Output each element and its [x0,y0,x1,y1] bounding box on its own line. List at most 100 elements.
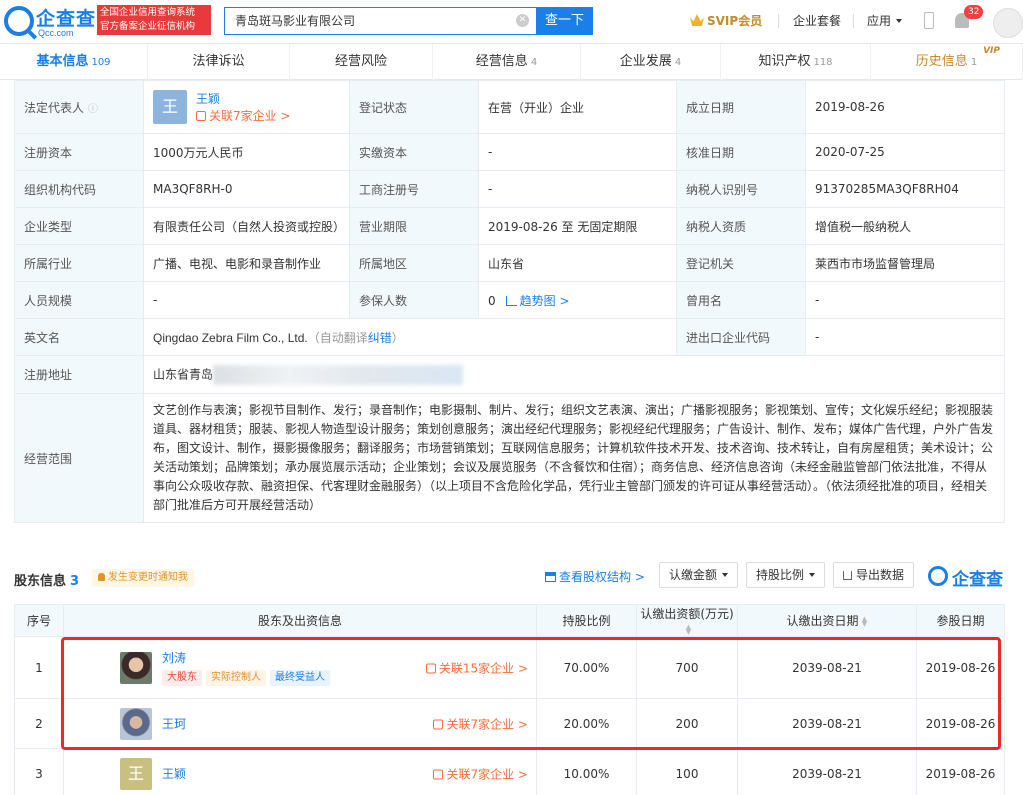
help-icon[interactable]: ⓘ [88,104,98,115]
user-avatar[interactable] [993,8,1023,38]
tab-business-risk[interactable]: 经营风险 [290,44,433,80]
tab-count: 1 [970,57,978,68]
tab-history[interactable]: 历史信息 1 VIP [871,44,1023,80]
address-label: 注册地址 [14,355,144,394]
tab-intellectual-property[interactable]: 知识产权 118 [721,44,871,80]
info-row: 法定代表人 ⓘ 王 王颖 关联7家企业 > 登记状态 在营（开业）企业 成立日期… [14,80,1005,134]
reg-capital-value: 1000万元人民币 [143,133,350,171]
tab-development[interactable]: 企业发展 4 [581,44,721,80]
address-cell: 山东省青岛 [143,355,1005,394]
row-index: 2 [14,698,64,749]
tag-actual-controller: 实际控制人 [206,670,266,686]
search-input[interactable]: 青岛斑马影业有限公司 [224,7,536,35]
tab-label: 基本信息 [36,54,89,69]
related-company-icon [425,663,436,673]
industry-value: 广播、电视、电影和录音制作业 [143,244,350,282]
info-row: 所属行业 广播、电视、电影和录音制作业 所属地区 山东省 登记机关 莱西市市场监… [14,244,1005,282]
shareholder-cell: 王 王颖 关联7家企业 > [63,748,537,795]
staff-size-value: - [143,281,350,319]
related-companies-link[interactable]: 关联7家企业 > [433,765,528,782]
tab-label: 知识产权 [758,54,811,69]
export-data-button[interactable]: 导出数据 [833,562,915,588]
amount-value: 100 [636,748,738,795]
tax-id-value: 91370285MA3QF8RH04 [805,170,1005,208]
notification-count-badge: 32 [964,5,984,19]
divider [778,14,779,28]
related-companies-link[interactable]: 关联7家企业 > [433,715,528,732]
brand-text: 企查查 [952,570,1003,590]
join-date-value: 2019-08-26 [916,748,1005,795]
taxpayer-qual-value: 增值税一般纳税人 [805,207,1005,245]
legal-rep-name-link[interactable]: 王颖 [196,90,291,107]
chevron-down-icon [809,573,816,577]
info-row: 英文名 Qingdao Zebra Film Co., Ltd.（自动翻译纠错）… [14,318,1005,356]
tab-legal-litigation[interactable]: 法律诉讼 [148,44,290,80]
org-code-label: 组织机构代码 [14,170,144,208]
logo-subtext: Qcc.com [38,28,74,38]
shareholders-title: 股东信息 3 [14,574,80,589]
auto-translate-note: （自动翻译 [307,330,368,345]
biz-term-label: 营业期限 [349,207,479,245]
shareholder-cell: 刘涛 大股东 实际控制人 最终受益人 关联15家企业 > [63,636,537,699]
enterprise-package-link[interactable]: 企业套餐 [793,12,841,29]
col-join-date: 参股日期 [916,604,1005,637]
staff-size-label: 人员规模 [14,281,144,319]
search-button[interactable]: 查一下 [536,7,593,35]
col-ratio: 持股比例 [536,604,637,637]
tab-business-info[interactable]: 经营信息 4 [433,44,581,80]
ratio-select[interactable]: 持股比例 [746,562,826,588]
approve-date-label: 核准日期 [676,133,806,171]
col-subscribe-date[interactable]: 认缴出资日期 ▲ ▼ [737,604,917,637]
tab-label: 法律诉讼 [192,54,245,69]
shareholder-avatar: 王 [120,757,152,790]
slogan-line-2: 官方备案企业征信机构 [100,21,196,32]
ratio-value: 20.00% [536,698,637,749]
trend-chart-link[interactable]: 趋势图 > [496,294,570,308]
svip-member-link[interactable]: SVIP会员 [690,12,762,29]
bell-icon [98,573,105,581]
legal-rep-cell: 王 王颖 关联7家企业 > [143,80,350,134]
shareholder-name-link[interactable]: 王珂 [162,715,186,732]
sort-icon: ▲ ▼ [685,622,692,636]
col-amount[interactable]: 认缴出资额(万元)▲ ▼ [636,604,738,637]
info-row: 组织机构代码 MA3QF8RH-0 工商注册号 - 纳税人识别号 9137028… [14,170,1005,208]
info-row: 人员规模 - 参保人数 0 趋势图 > 曾用名 - [14,281,1005,319]
apps-menu[interactable]: 应用 [867,12,903,29]
clear-search-icon[interactable]: ✕ [516,14,529,27]
logo-text[interactable]: 企查查 [36,4,96,31]
structure-icon [545,572,556,582]
ratio-value: 70.00% [536,636,637,699]
qcc-logo-icon[interactable] [4,6,34,36]
company-tabs: 基本信息 109 法律诉讼 经营风险 经营信息 4 企业发展 4 知识产权 118 历史… [0,44,1023,80]
join-date-value: 2019-08-26 [916,698,1005,749]
slogan-banner: 全国企业信用查询系统 官方备案企业征信机构 [97,5,211,35]
tab-basic-info[interactable]: 基本信息 109 [0,44,148,80]
auto-translate-close: ） [391,330,404,345]
address-blurred-area [213,364,464,385]
correct-link[interactable]: 纠错 [368,331,392,345]
address-value: 山东省青岛 [153,367,214,381]
tab-label: 经营风险 [334,54,387,69]
shareholder-name-link[interactable]: 刘涛 [162,649,330,666]
shareholders-count: 3 [70,574,80,589]
legal-rep-related-link[interactable]: 关联7家企业 > [196,107,291,124]
tab-count: 118 [813,57,833,68]
est-date-value: 2019-08-26 [805,80,1005,134]
mobile-phone-icon[interactable] [924,12,934,29]
equity-structure-link[interactable]: 查看股权结构 > [545,568,645,585]
slogan-line-1: 全国企业信用查询系统 [100,7,196,18]
divider [853,14,854,28]
row-index: 1 [14,636,64,699]
trend-chart-icon [505,295,517,306]
related-companies-link[interactable]: 关联15家企业 > [425,659,528,676]
biz-reg-no-value: - [478,170,677,208]
change-notify-button[interactable]: 发生变更时通知我 [92,569,194,587]
insured-value: 0 [488,293,496,308]
company-type-label: 企业类型 [14,207,144,245]
former-name-value: - [805,281,1005,319]
english-name-cell: Qingdao Zebra Film Co., Ltd.（自动翻译纠错） [143,318,677,356]
download-icon [843,571,852,580]
tag-major-shareholder: 大股东 [162,670,202,686]
amount-select[interactable]: 认缴金额 [659,562,739,588]
shareholder-name-link[interactable]: 王颖 [162,765,186,782]
